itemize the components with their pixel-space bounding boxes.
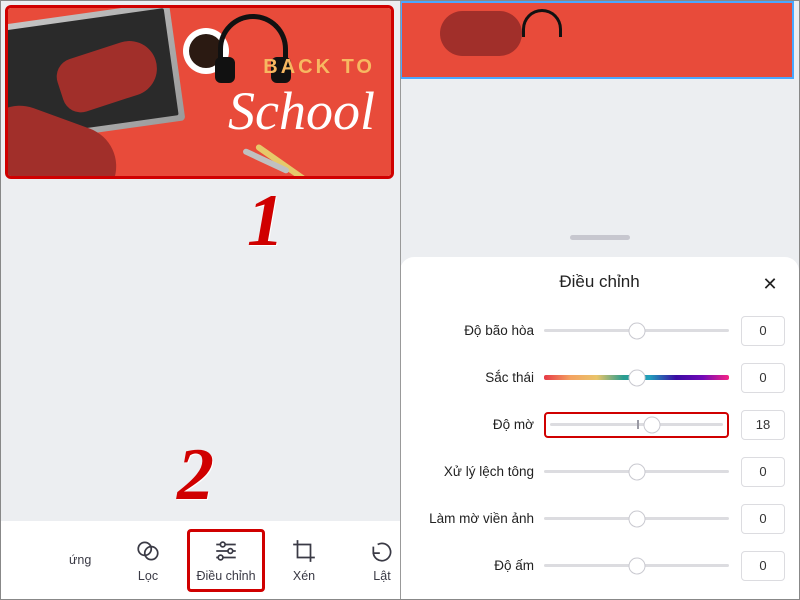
tool-flip[interactable]: Lật [343,529,400,592]
annotation-2: 2 [177,433,214,518]
annotation-1: 1 [247,179,284,264]
slider-thumb[interactable] [628,510,645,527]
tool-adjust[interactable]: Điều chỉnh [187,529,265,592]
slider-value[interactable]: 0 [741,316,785,346]
slider[interactable] [544,506,729,532]
close-icon: ✕ [762,274,777,295]
left-pane: BACK TO School 1 2 + ứng Lọc Điều chỉnh [1,1,400,599]
adjust-icon [213,538,239,564]
crop-icon [291,538,317,564]
slider-thumb[interactable] [628,322,645,339]
slider[interactable] [544,553,729,579]
slider-center-tick [637,420,639,429]
scene: BACK TO School [8,8,391,176]
canvas-text-school: School [228,80,375,142]
tool-label: Xén [293,569,315,583]
headphones-graphic [522,9,562,37]
slider-label: Xử lý lệch tông [414,464,544,479]
slider-value[interactable]: 0 [741,551,785,581]
tool-crop[interactable]: Xén [265,529,343,592]
slider-value[interactable]: 18 [741,410,785,440]
panel-header: Điều chỉnh ✕ [400,257,799,307]
bottom-toolbar: ứng Lọc Điều chỉnh Xén Lật [1,521,400,599]
tool-label: Lật [373,569,390,583]
slider-label: Độ mờ [414,417,544,432]
slider-value[interactable]: 0 [741,363,785,393]
slider-value[interactable]: 0 [741,457,785,487]
canvas-image[interactable]: BACK TO School [5,5,394,179]
slider-label: Sắc thái [414,370,544,385]
sheet-handle[interactable] [570,235,630,240]
slider-track [544,564,729,567]
slider-row: Độ bão hòa 0 [414,307,785,354]
canvas-area [400,1,799,249]
slider-row: Độ mờ 18 [414,401,785,448]
tool-label: Điều chỉnh [196,569,255,583]
close-button[interactable]: ✕ [757,271,783,297]
slider-label: Độ ấm [414,558,544,573]
slider-thumb[interactable] [644,416,661,433]
slider-thumb[interactable] [628,369,645,386]
slider-track [544,329,729,332]
slider-track [544,517,729,520]
tool-label: Lọc [138,569,158,583]
tool-label: ứng [69,553,91,567]
slider-value[interactable]: 0 [741,504,785,534]
slider-row: Sắc thái 0 [414,354,785,401]
slider-track [544,375,729,380]
slider-label: Làm mờ viền ảnh [414,511,544,526]
pane-divider [400,1,401,599]
tool-list: ứng Lọc Điều chỉnh Xén Lật [69,529,400,592]
slider[interactable] [544,318,729,344]
slider-row: Xử lý lệch tông 0 [414,448,785,495]
canvas-text-back: BACK TO [263,56,375,79]
slider-rows: Độ bão hòa 0 Sắc thái 0 Độ mờ 18 Xử lý lệch tô… [400,307,799,589]
adjust-panel: Điều chỉnh ✕ 3 Độ bão hòa0Sắc thái0Độ mờ… [400,257,799,599]
slider-track [550,423,723,426]
slider-row: Làm mờ viền ảnh 0 [414,495,785,542]
slider-thumb[interactable] [628,463,645,480]
filter-icon [135,538,161,564]
tool-effects[interactable]: ứng [69,529,109,592]
canvas-preview[interactable] [400,1,794,79]
right-pane: Điều chỉnh ✕ 3 Độ bão hòa0Sắc thái0Độ mờ… [400,1,799,599]
slider-row: Độ ấm 0 [414,542,785,589]
slider[interactable] [544,459,729,485]
panel-title: Điều chỉnh [559,272,639,292]
slider[interactable] [544,365,729,391]
slider-track [544,470,729,473]
tool-filter[interactable]: Lọc [109,529,187,592]
flip-icon [369,538,395,564]
slider-thumb[interactable] [628,557,645,574]
slider[interactable] [544,412,729,438]
app-root: BACK TO School 1 2 + ứng Lọc Điều chỉnh [0,0,800,600]
slider-label: Độ bão hòa [414,323,544,338]
arm-graphic [440,11,522,56]
